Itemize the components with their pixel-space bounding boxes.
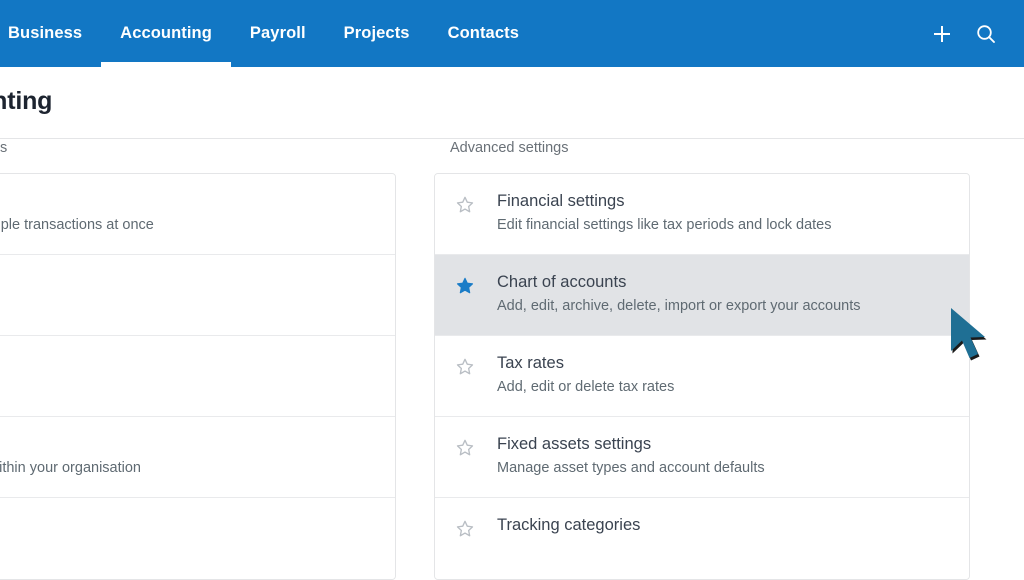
favourite-toggle[interactable] — [455, 353, 497, 377]
nav-tab-label: Business — [8, 24, 83, 42]
row-text: Chart of accounts Add, edit, archive, de… — [497, 272, 949, 317]
row-text: ecode t categorisation across multiple t… — [0, 191, 375, 236]
list-item-title: counting data — [0, 515, 375, 536]
list-item-description: Manage asset types and account defaults — [497, 460, 765, 477]
list-item-title: Financial settings — [497, 192, 625, 210]
row-text: urnals y with the general ledger — [0, 272, 375, 317]
list-item[interactable]: e dashboard accuracy of financial data w… — [0, 417, 395, 498]
list-item-fixed-assets-settings[interactable]: Fixed assets settings Manage asset types… — [435, 417, 969, 498]
advanced-settings-card: Financial settings Edit financial settin… — [434, 173, 970, 580]
favourite-toggle[interactable] — [455, 515, 497, 539]
row-text: counting data — [0, 515, 375, 540]
list-item-description: Edit financial settings like tax periods… — [497, 217, 832, 234]
list-item-title: Tracking categories — [497, 516, 641, 534]
search-button[interactable] — [964, 12, 1008, 56]
page-header: ounting — [0, 67, 1024, 139]
list-item-title: e dashboard — [0, 434, 375, 455]
search-icon — [977, 24, 995, 43]
nav-tab-contacts[interactable]: Contacts — [429, 0, 538, 67]
list-item-title: Chart of accounts — [497, 273, 627, 291]
nav-actions — [920, 0, 1024, 67]
add-button[interactable] — [920, 12, 964, 56]
list-item-description: y with the general ledger — [0, 297, 375, 317]
row-text: Tracking categories — [497, 515, 949, 540]
nav-tab-business[interactable]: Business — [0, 0, 101, 67]
left-column: s ecode t categorisation across multiple… — [0, 140, 396, 580]
content-area: s ecode t categorisation across multiple… — [0, 140, 1024, 580]
row-text: ets manage assets — [0, 353, 375, 398]
list-item-title: Tax rates — [497, 354, 564, 372]
favourite-toggle[interactable] — [455, 191, 497, 215]
list-item-title: ets — [0, 353, 375, 374]
list-item-description: Add, edit, archive, delete, import or ex… — [497, 298, 861, 315]
row-text: Financial settings Edit financial settin… — [497, 191, 949, 236]
nav-tab-accounting[interactable]: Accounting — [101, 0, 231, 67]
nav-tab-label: Contacts — [447, 24, 519, 42]
list-item-chart-of-accounts[interactable]: Chart of accounts Add, edit, archive, de… — [435, 255, 969, 336]
list-item[interactable]: counting data — [0, 498, 395, 579]
list-item-title: Fixed assets settings — [497, 435, 652, 453]
page-title: ounting — [0, 87, 53, 115]
star-outline-icon — [456, 439, 474, 456]
nav-tab-label: Payroll — [249, 24, 306, 42]
list-item-tax-rates[interactable]: Tax rates Add, edit or delete tax rates — [435, 336, 969, 417]
row-text: e dashboard accuracy of financial data w… — [0, 434, 375, 479]
list-item[interactable]: urnals y with the general ledger — [0, 255, 395, 336]
nav-tab-payroll[interactable]: Payroll — [231, 0, 325, 67]
left-settings-card: ecode t categorisation across multiple t… — [0, 173, 396, 580]
list-item-description: t categorisation across multiple transac… — [0, 217, 154, 234]
nav-tab-label: Projects — [343, 24, 410, 42]
list-item[interactable]: ecode t categorisation across multiple t… — [0, 174, 395, 255]
top-navigation-bar: Business Accounting Payroll Projects Con… — [0, 0, 1024, 67]
star-outline-icon — [456, 358, 474, 375]
nav-tab-projects[interactable]: Projects — [325, 0, 429, 67]
list-item-description: accuracy of financial data within your o… — [0, 460, 141, 477]
left-column-heading: s — [0, 140, 8, 156]
nav-tab-list: Business Accounting Payroll Projects Con… — [0, 0, 538, 67]
list-item-title: urnals — [0, 272, 375, 293]
list-item-description: Add, edit or delete tax rates — [497, 379, 675, 396]
list-item-title: ecode — [0, 191, 375, 212]
row-text: Tax rates Add, edit or delete tax rates — [497, 353, 949, 398]
right-column: Advanced settings Financial settings Edi… — [434, 140, 970, 580]
row-text: Fixed assets settings Manage asset types… — [497, 434, 949, 479]
star-outline-icon — [456, 520, 474, 537]
list-item-description: manage assets — [0, 378, 375, 398]
list-item-financial-settings[interactable]: Financial settings Edit financial settin… — [435, 174, 969, 255]
nav-tab-label: Accounting — [120, 24, 212, 42]
star-outline-icon — [456, 196, 474, 213]
favourite-toggle[interactable] — [455, 434, 497, 458]
plus-icon — [934, 25, 950, 42]
star-filled-icon — [456, 277, 474, 294]
advanced-settings-heading: Advanced settings — [450, 140, 569, 156]
favourite-toggle[interactable] — [455, 272, 497, 296]
list-item-tracking-categories[interactable]: Tracking categories — [435, 498, 969, 579]
list-item[interactable]: ets manage assets — [0, 336, 395, 417]
